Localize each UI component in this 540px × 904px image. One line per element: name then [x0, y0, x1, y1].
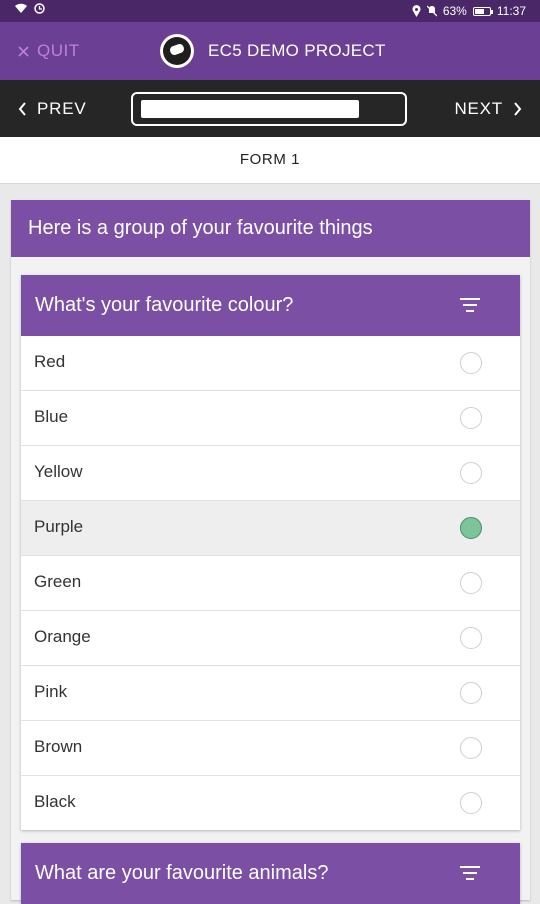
chevron-left-icon — [18, 102, 26, 116]
option-row[interactable]: Blue — [21, 391, 520, 446]
navigation-bar: PREV NEXT — [0, 80, 540, 137]
option-row[interactable]: Orange — [21, 611, 520, 666]
option-label: Brown — [34, 737, 83, 756]
radio-button[interactable] — [460, 517, 482, 539]
progress-fill — [141, 100, 359, 118]
status-icons-left — [14, 3, 45, 14]
filter-icon[interactable] — [460, 298, 480, 312]
wifi-icon — [15, 3, 27, 13]
battery-percent: 63% — [442, 4, 467, 18]
battery-fill — [474, 8, 484, 14]
option-label: Blue — [34, 407, 69, 426]
option-row[interactable]: Black — [21, 776, 520, 830]
radio-button[interactable] — [460, 352, 482, 374]
option-row[interactable]: Yellow — [21, 446, 520, 501]
option-label: Orange — [34, 627, 91, 646]
mute-icon — [426, 5, 437, 17]
status-icons-right: 63% 11:37 — [412, 4, 526, 18]
option-label: Purple — [34, 517, 84, 536]
status-bar: 63% 11:37 — [0, 0, 540, 22]
radio-button[interactable] — [460, 627, 482, 649]
prev-label: PREV — [37, 99, 87, 118]
prev-button[interactable]: PREV — [18, 99, 87, 119]
radio-button[interactable] — [460, 792, 482, 814]
option-label: Green — [34, 572, 82, 591]
quit-label: QUIT — [37, 41, 80, 60]
question-title: What's your favourite colour? — [35, 294, 294, 316]
option-label: Yellow — [34, 462, 83, 481]
question-card-colour: What's your favourite colour? Red Blue Yel… — [21, 275, 520, 830]
radio-button[interactable] — [460, 572, 482, 594]
clock: 11:37 — [496, 4, 526, 18]
option-label: Pink — [34, 682, 68, 701]
project-logo-icon — [160, 34, 194, 68]
options-list: Red Blue Yellow Purple Green Orange Pink Brown B… — [21, 336, 520, 830]
radio-button[interactable] — [460, 737, 482, 759]
radio-button[interactable] — [460, 462, 482, 484]
project-title: EC5 DEMO PROJECT — [208, 41, 386, 60]
app-bar: QUIT EC5 DEMO PROJECT — [0, 22, 540, 80]
option-row[interactable]: Red — [21, 336, 520, 391]
question-header: What are your favourite animals? — [21, 843, 520, 904]
app-title-group: EC5 DEMO PROJECT — [160, 34, 386, 68]
progress-bar — [131, 92, 407, 126]
sync-icon — [34, 3, 45, 14]
form-title: FORM 1 — [0, 137, 540, 184]
option-label: Red — [34, 352, 66, 371]
location-icon — [412, 5, 421, 17]
radio-button[interactable] — [460, 682, 482, 704]
close-icon — [18, 45, 29, 57]
radio-button[interactable] — [460, 407, 482, 429]
option-row[interactable]: Green — [21, 556, 520, 611]
quit-button[interactable]: QUIT — [18, 41, 80, 61]
battery-icon — [472, 6, 493, 16]
question-title: What are your favourite animals? — [35, 862, 329, 884]
group-title: Here is a group of your favourite things — [11, 200, 530, 257]
question-card-animals: What are your favourite animals? — [21, 843, 520, 904]
next-button[interactable]: NEXT — [454, 99, 522, 119]
option-row[interactable]: Purple — [21, 501, 520, 556]
question-header: What's your favourite colour? — [21, 275, 520, 336]
next-label: NEXT — [454, 99, 503, 118]
filter-icon[interactable] — [460, 866, 480, 880]
chevron-right-icon — [514, 102, 522, 116]
option-label: Black — [34, 792, 76, 811]
option-row[interactable]: Pink — [21, 666, 520, 721]
option-row[interactable]: Brown — [21, 721, 520, 776]
group-card: Here is a group of your favourite things… — [11, 200, 530, 904]
